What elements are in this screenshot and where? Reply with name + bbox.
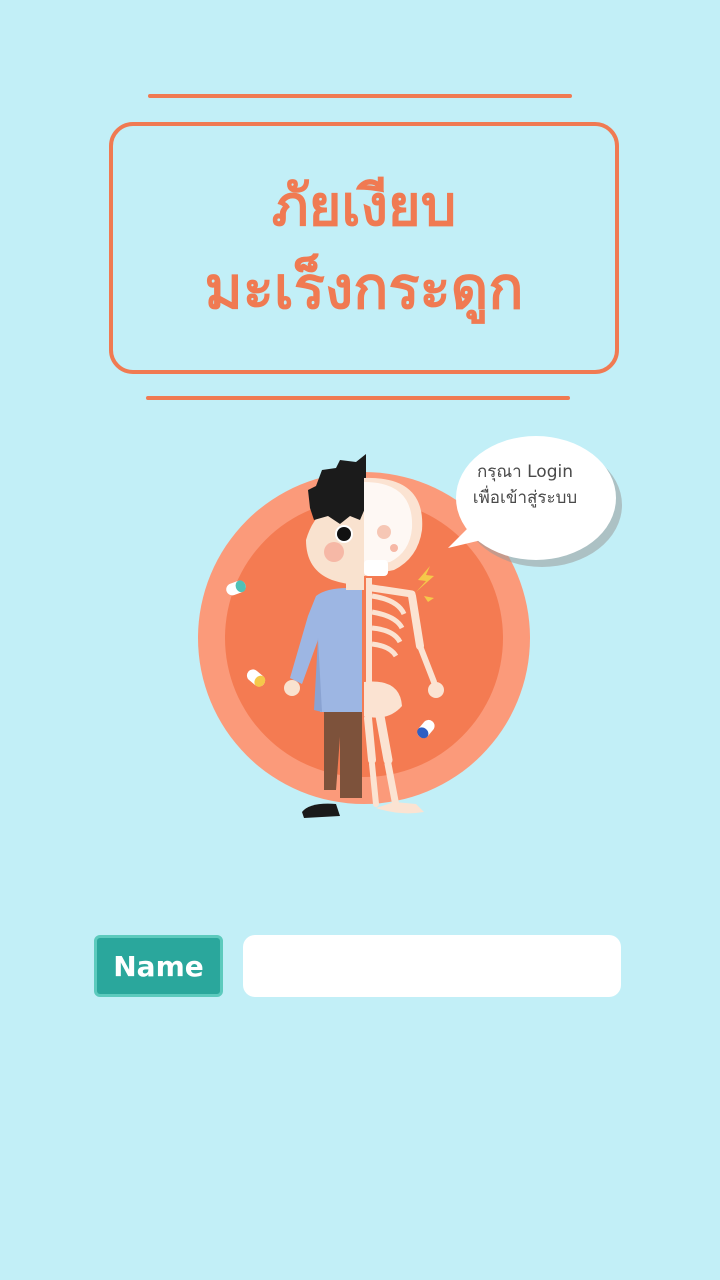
bottom-divider (146, 396, 570, 400)
top-divider (148, 94, 572, 98)
title-frame: ภัยเงียบ มะเร็งกระดูก (109, 122, 619, 374)
name-label: Name (94, 935, 223, 997)
bone-cancer-illustration: กรุณา Login เพื่อเข้าสู่ระบบ (190, 420, 630, 830)
name-input[interactable] (243, 935, 621, 997)
bubble-line2: เพื่อเข้าสู่ระบบ (472, 488, 578, 508)
bubble-line1: กรุณา Login (476, 461, 573, 482)
speech-bubble-text: กรุณา Login เพื่อเข้าสู่ระบบ (447, 421, 609, 549)
page-title-line2: มะเร็งกระดูก (204, 253, 524, 322)
page-title-line1: ภัยเงียบ (271, 173, 457, 239)
